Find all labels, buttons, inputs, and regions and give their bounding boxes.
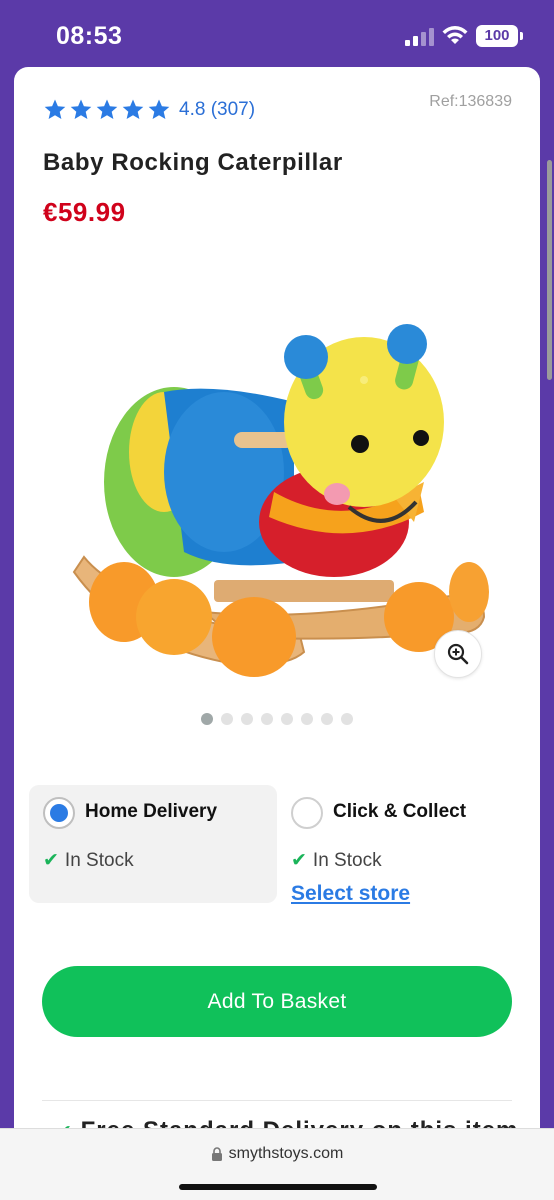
- star-icon: [70, 99, 92, 119]
- product-price: €59.99: [43, 197, 126, 227]
- divider: [42, 1100, 512, 1101]
- scrollbar[interactable]: [547, 160, 552, 380]
- product-rating[interactable]: 4.8 (307): [43, 95, 255, 125]
- status-bar: 08:53 100: [0, 0, 554, 68]
- home-delivery-stock: ✔ In Stock: [43, 849, 134, 872]
- carousel-dot[interactable]: [221, 713, 233, 725]
- check-icon: ✔: [291, 850, 307, 871]
- product-image[interactable]: [64, 252, 494, 692]
- click-collect-option[interactable]: Click & Collect ✔ In Stock Select store: [277, 785, 525, 906]
- star-icon: [44, 99, 66, 119]
- zoom-button[interactable]: [434, 630, 482, 678]
- check-icon: ✔: [43, 850, 59, 871]
- home-delivery-radio[interactable]: [43, 797, 75, 829]
- product-title: Baby Rocking Caterpillar: [43, 149, 343, 176]
- url-bar[interactable]: smythstoys.com: [0, 1145, 554, 1163]
- status-time: 08:53: [56, 22, 123, 50]
- click-collect-label: Click & Collect: [333, 801, 467, 822]
- lock-icon: [211, 1147, 222, 1161]
- carousel-dot[interactable]: [241, 713, 253, 725]
- cellular-signal-icon: [405, 28, 434, 46]
- carousel-dot[interactable]: [281, 713, 293, 725]
- url-text: smythstoys.com: [228, 1145, 344, 1162]
- star-icon: [148, 99, 170, 119]
- rating-stars: [43, 98, 171, 122]
- carousel-dot[interactable]: [201, 713, 213, 725]
- home-delivery-label: Home Delivery: [85, 801, 218, 822]
- carousel-dot[interactable]: [261, 713, 273, 725]
- click-collect-radio[interactable]: [291, 797, 323, 829]
- home-delivery-option[interactable]: Home Delivery ✔ In Stock: [29, 785, 277, 903]
- browser-bottom-bar: smythstoys.com: [0, 1128, 554, 1200]
- battery-icon: 100: [476, 25, 523, 47]
- zoom-in-icon: [447, 643, 469, 665]
- carousel-dot[interactable]: [321, 713, 333, 725]
- star-icon: [122, 99, 144, 119]
- product-card: 4.8 (307) Ref:136839 Baby Rocking Caterp…: [14, 67, 540, 1129]
- click-collect-stock: ✔ In Stock: [291, 849, 382, 872]
- carousel-dot[interactable]: [341, 713, 353, 725]
- home-indicator[interactable]: [179, 1184, 377, 1190]
- wifi-icon: [442, 26, 468, 44]
- select-store-link[interactable]: Select store: [291, 882, 410, 906]
- product-ref: Ref:136839: [429, 93, 512, 110]
- add-to-basket-button[interactable]: Add To Basket: [42, 966, 512, 1037]
- star-icon: [96, 99, 118, 119]
- image-carousel-dots: [201, 713, 353, 725]
- carousel-dot[interactable]: [301, 713, 313, 725]
- rating-value: 4.8 (307): [179, 99, 256, 120]
